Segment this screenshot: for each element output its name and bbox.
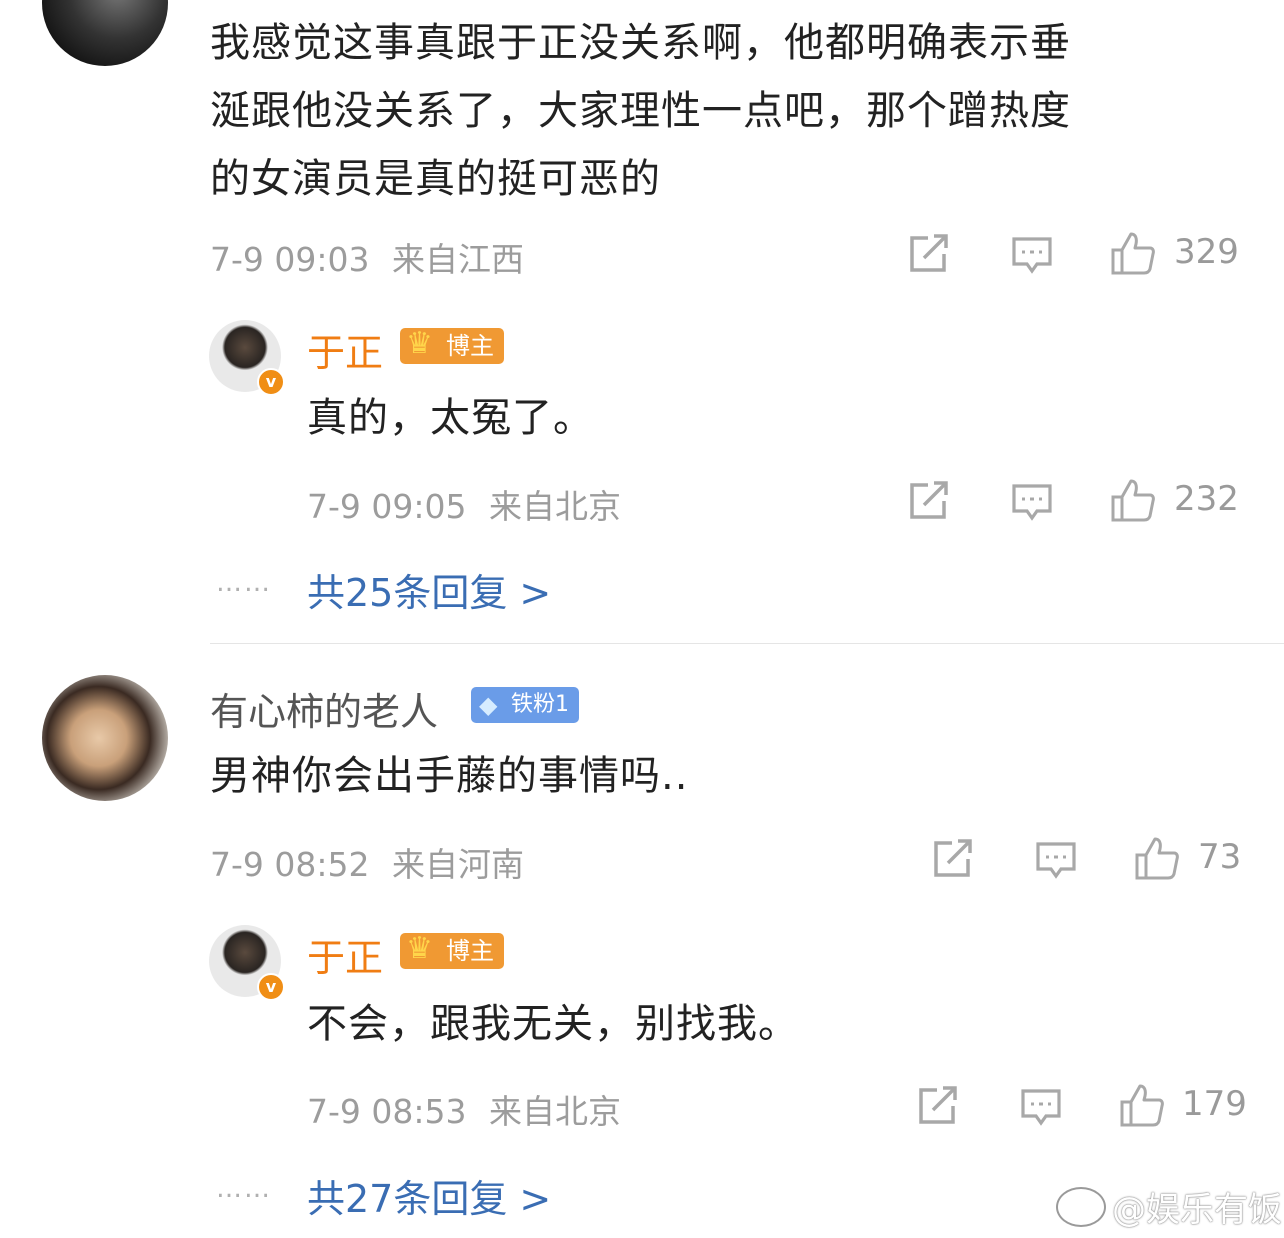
comment-divider [210, 643, 1284, 644]
comment-meta: 7-9 08:52 来自河南 [210, 838, 524, 886]
commenter-username[interactable]: 有心柿的老人 [210, 681, 438, 736]
crown-icon: ♛ [406, 326, 433, 361]
share-button[interactable] [908, 481, 950, 521]
comment-button[interactable] [1035, 841, 1077, 881]
author-badge: ♛ 博主 [400, 326, 504, 364]
like-count: 73 [1198, 837, 1242, 877]
comment-icon [1012, 237, 1052, 274]
reply-username[interactable]: 于正 [307, 322, 383, 377]
reply-text: 不会，跟我无关，别找我。 [307, 1001, 799, 1047]
reply-meta: 7-9 09:05 来自北京 [307, 480, 621, 528]
comment-time: 7-9 09:03 [210, 240, 370, 279]
reply-time: 7-9 09:05 [307, 487, 467, 526]
comment-button[interactable] [1020, 1088, 1062, 1128]
reply-location: 来自北京 [489, 487, 621, 526]
comment-text: 男神你会出手藤的事情吗.. [210, 753, 689, 799]
verified-icon: v [257, 973, 285, 1001]
commenter-avatar[interactable] [42, 675, 168, 801]
comment-button[interactable] [1011, 236, 1053, 276]
view-replies-link[interactable]: 共27条回复 > [307, 1168, 551, 1223]
comment-icon [1021, 1089, 1061, 1126]
like-count: 179 [1182, 1084, 1247, 1124]
like-button[interactable] [1119, 1082, 1165, 1128]
comment-text: 我感觉这事真跟于正没关系啊，他都明确表示垂 涎跟他没关系了，大家理性一点吧，那个… [210, 20, 1071, 202]
reply-username[interactable]: 于正 [307, 927, 383, 982]
comment-icon [1036, 842, 1076, 879]
thumbs-up-icon [1111, 479, 1155, 522]
like-button[interactable] [1110, 230, 1156, 276]
reply-location: 来自北京 [489, 1092, 621, 1131]
share-button[interactable] [932, 839, 974, 879]
like-button[interactable] [1110, 477, 1156, 523]
reply-text: 真的，太冤了。 [307, 395, 594, 441]
share-icon [919, 1086, 957, 1124]
commenter-avatar[interactable] [42, 0, 168, 66]
author-badge: ♛ 博主 [400, 931, 504, 969]
crown-icon: ♛ [406, 931, 433, 966]
like-button[interactable] [1134, 835, 1180, 881]
comment-meta: 7-9 09:03 来自江西 [210, 233, 524, 281]
weibo-logo-icon [1056, 1186, 1106, 1227]
share-button[interactable] [917, 1086, 959, 1126]
comment-time: 7-9 08:52 [210, 845, 370, 884]
comment-button[interactable] [1011, 483, 1053, 523]
weibo-watermark: @娱乐有饭 [1056, 1182, 1282, 1231]
like-count: 329 [1174, 232, 1239, 272]
reply-meta: 7-9 08:53 来自北京 [307, 1085, 621, 1133]
thumbs-up-icon [1135, 837, 1179, 880]
comment-location: 来自河南 [392, 845, 524, 884]
share-icon [934, 839, 972, 877]
thumbs-up-icon [1120, 1084, 1164, 1127]
share-icon [910, 481, 948, 519]
diamond-icon: ◆ [479, 691, 498, 719]
comment-icon [1012, 484, 1052, 521]
comment-location: 来自江西 [392, 240, 524, 279]
more-dots: …… [216, 568, 272, 598]
verified-icon: v [257, 368, 285, 396]
reply-time: 7-9 08:53 [307, 1092, 467, 1131]
share-button[interactable] [908, 234, 950, 274]
thumbs-up-icon [1111, 232, 1155, 275]
fan-badge: ◆ 铁粉1 [471, 687, 579, 723]
like-count: 232 [1174, 479, 1239, 519]
more-dots: …… [216, 1174, 272, 1204]
share-icon [910, 234, 948, 272]
view-replies-link[interactable]: 共25条回复 > [307, 562, 551, 617]
